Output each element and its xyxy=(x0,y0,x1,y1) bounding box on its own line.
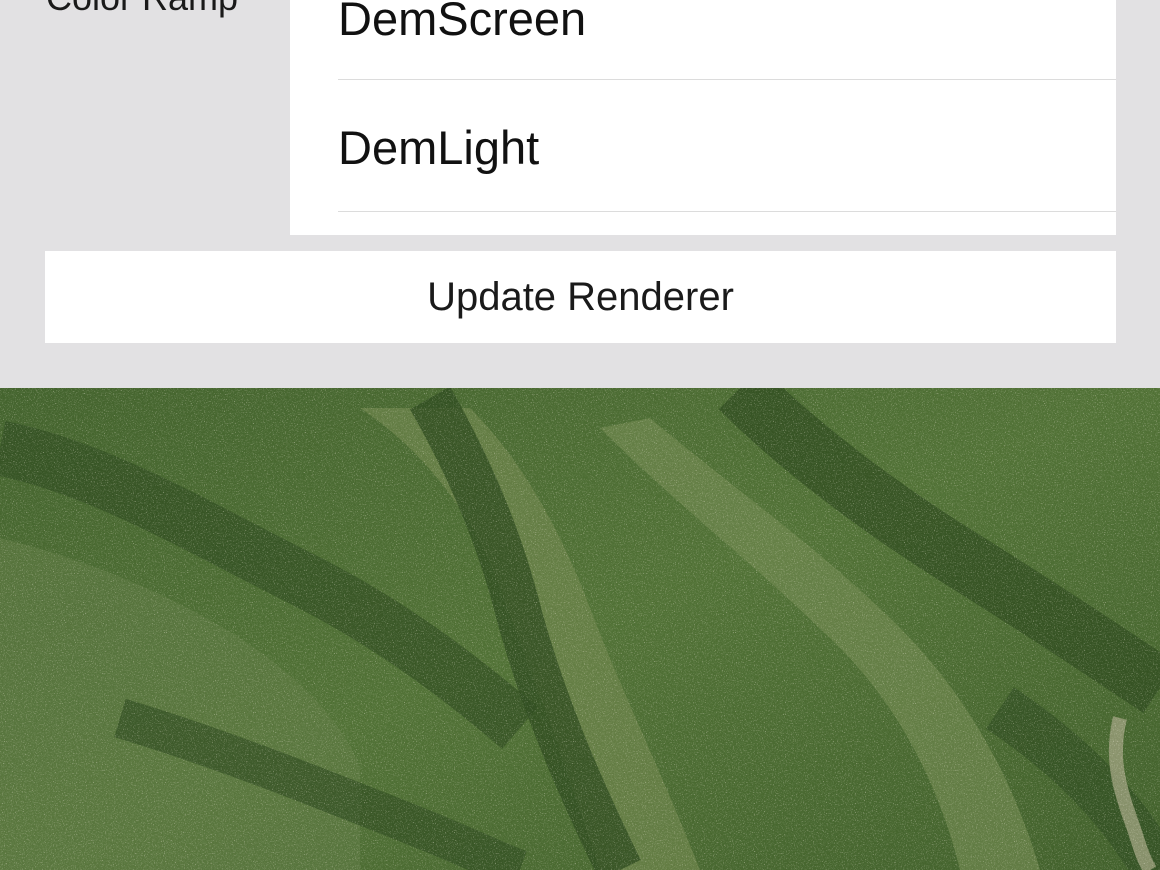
color-ramp-option-label: DemLight xyxy=(338,121,540,174)
color-ramp-option-demscreen[interactable]: DemScreen xyxy=(338,0,1116,80)
satellite-imagery xyxy=(0,388,1160,870)
row-divider xyxy=(338,211,1116,212)
map-view[interactable] xyxy=(0,388,1160,870)
update-renderer-button[interactable]: Update Renderer xyxy=(45,251,1116,343)
color-ramp-picker[interactable]: DemScreen DemLight xyxy=(290,0,1116,235)
renderer-settings-panel: Color Ramp DemScreen DemLight Update Ren… xyxy=(0,0,1160,388)
app-screen: Color Ramp DemScreen DemLight Update Ren… xyxy=(0,0,1160,870)
color-ramp-option-label: DemScreen xyxy=(338,0,587,45)
color-ramp-option-demlight[interactable]: DemLight xyxy=(338,80,1116,212)
bare-ground-speckle xyxy=(0,388,1160,870)
color-ramp-label: Color Ramp xyxy=(46,0,238,18)
